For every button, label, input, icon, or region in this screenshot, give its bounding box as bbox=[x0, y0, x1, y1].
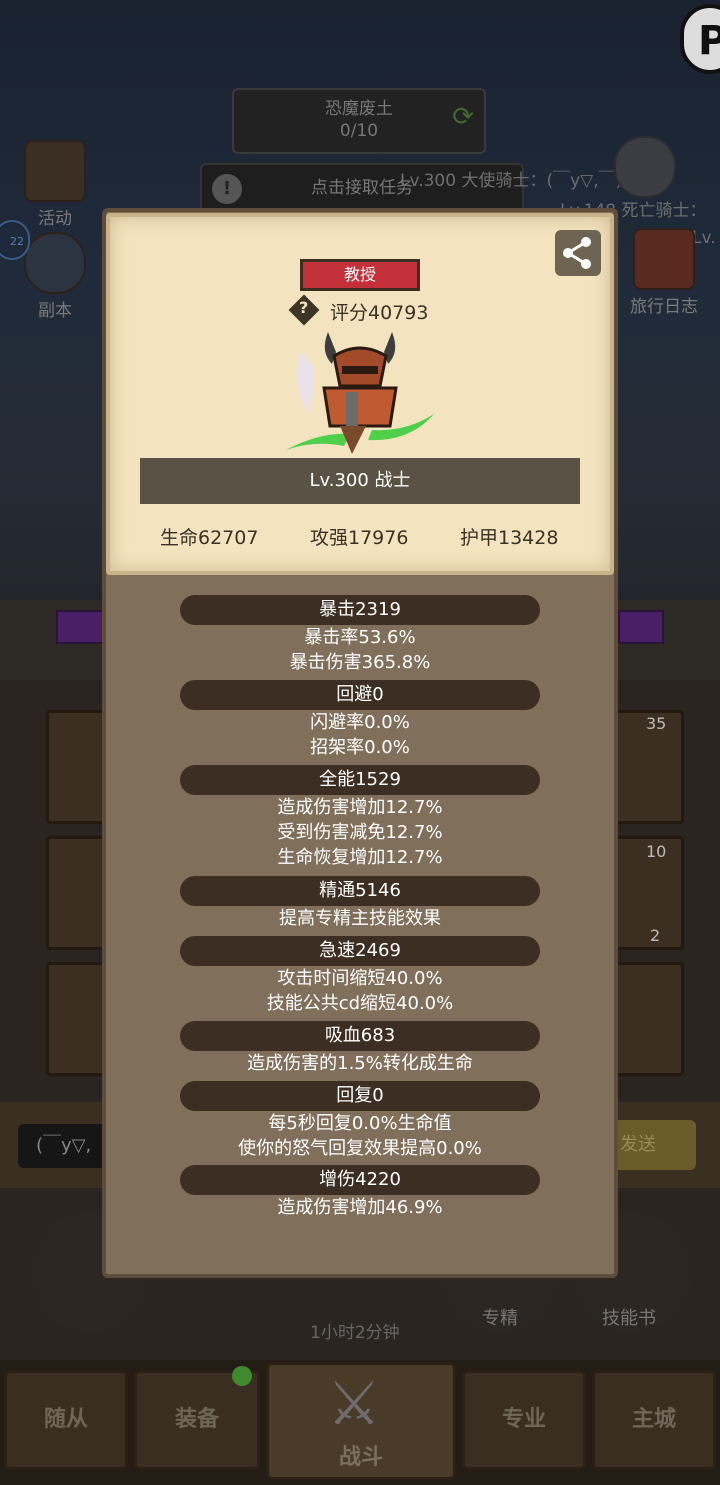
crit-header: 暴击2319 bbox=[180, 595, 540, 625]
title-badge: 教授 bbox=[300, 259, 420, 291]
slot-count: 10 bbox=[646, 842, 667, 861]
activity-label: 活动 bbox=[38, 209, 72, 229]
specialization-label: 专精 bbox=[482, 1308, 518, 1329]
quest-name: 恐魔废土 bbox=[325, 99, 393, 119]
rage-regen: 使你的怒气回复效果提高0.0% bbox=[238, 1138, 482, 1159]
class-level-bar: Lv.300 战士 bbox=[140, 458, 580, 504]
book-icon bbox=[633, 228, 695, 290]
slot-count: 35 bbox=[646, 714, 667, 733]
warrior-portrait bbox=[286, 332, 434, 454]
lifesteal-effect: 造成伤害的1.5%转化成生命 bbox=[247, 1053, 473, 1074]
crit-rate: 暴击率53.6% bbox=[304, 627, 416, 648]
global-cooldown: 技能公共cd缩短40.0% bbox=[266, 993, 454, 1014]
help-icon[interactable]: ? bbox=[299, 298, 308, 317]
versatility-header: 全能1529 bbox=[180, 765, 540, 795]
armor-stat: 护甲13428 bbox=[460, 527, 559, 549]
timer-text: 1小时2分钟 bbox=[310, 1323, 400, 1343]
dodge-rate: 闪避率0.0% bbox=[310, 712, 410, 733]
activity-button[interactable]: 活动 bbox=[20, 140, 90, 229]
attack-power-stat: 攻强17976 bbox=[310, 527, 409, 549]
attack-speed: 攻击时间缩短40.0% bbox=[277, 968, 443, 989]
travel-log-button[interactable]: 旅行日志 bbox=[624, 228, 704, 317]
damage-bonus-header: 增伤4220 bbox=[180, 1165, 540, 1195]
regen-header: 回复0 bbox=[180, 1081, 540, 1111]
nav-profession[interactable]: 专业 bbox=[462, 1370, 586, 1470]
nav-battle[interactable]: ⚔ 战斗 bbox=[266, 1362, 456, 1480]
travel-log-label: 旅行日志 bbox=[630, 297, 698, 317]
alert-icon: ! bbox=[212, 174, 242, 204]
scroll-icon bbox=[24, 140, 86, 202]
skill-book-label: 技能书 bbox=[602, 1308, 656, 1329]
chat-message: Lv.300 大使骑士：(￣y▽,￣) bbox=[400, 171, 623, 191]
dungeon-label: 副本 bbox=[38, 301, 72, 321]
haste-header: 急速2469 bbox=[180, 936, 540, 966]
equipment-slot[interactable] bbox=[612, 962, 684, 1076]
dungeon-button[interactable]: 副本 bbox=[20, 232, 90, 321]
send-button[interactable]: 发送 bbox=[614, 1120, 696, 1170]
crossed-swords-icon: ⚔ bbox=[327, 1369, 381, 1439]
share-icon bbox=[563, 237, 591, 269]
damage-reduction: 受到伤害减免12.7% bbox=[277, 822, 443, 843]
healing-increase: 生命恢复增加12.7% bbox=[277, 847, 443, 868]
gear-icon bbox=[614, 136, 676, 198]
settings-button[interactable] bbox=[610, 136, 680, 200]
share-button[interactable] bbox=[555, 230, 601, 276]
portal-icon bbox=[24, 232, 86, 294]
nav-main-city[interactable]: 主城 bbox=[592, 1370, 716, 1470]
mastery-effect: 提高专精主技能效果 bbox=[279, 908, 441, 929]
damage-bonus-effect: 造成伤害增加46.9% bbox=[277, 1197, 443, 1218]
damage-dealt: 造成伤害增加12.7% bbox=[277, 797, 443, 818]
health-stat: 生命62707 bbox=[160, 527, 259, 549]
parry-rate: 招架率0.0% bbox=[310, 737, 410, 758]
progress-bar-right bbox=[618, 610, 664, 644]
score-text: 评分40793 bbox=[330, 302, 429, 324]
lifesteal-header: 吸血683 bbox=[180, 1021, 540, 1051]
slot-count: 2 bbox=[650, 926, 661, 945]
quest-progress: 0/10 bbox=[339, 121, 379, 141]
crit-damage: 暴击伤害365.8% bbox=[289, 652, 431, 673]
mastery-header: 精通5146 bbox=[180, 876, 540, 906]
nav-followers[interactable]: 随从 bbox=[4, 1370, 128, 1470]
notification-dot bbox=[232, 1366, 252, 1386]
health-regen: 每5秒回复0.0%生命值 bbox=[268, 1113, 452, 1134]
avoidance-header: 回避0 bbox=[180, 680, 540, 710]
nav-battle-label: 战斗 bbox=[338, 1445, 383, 1470]
quest-panel[interactable]: 恐魔废土 0/10 ⟳ bbox=[232, 88, 486, 154]
refresh-icon[interactable]: ⟳ bbox=[452, 104, 474, 130]
